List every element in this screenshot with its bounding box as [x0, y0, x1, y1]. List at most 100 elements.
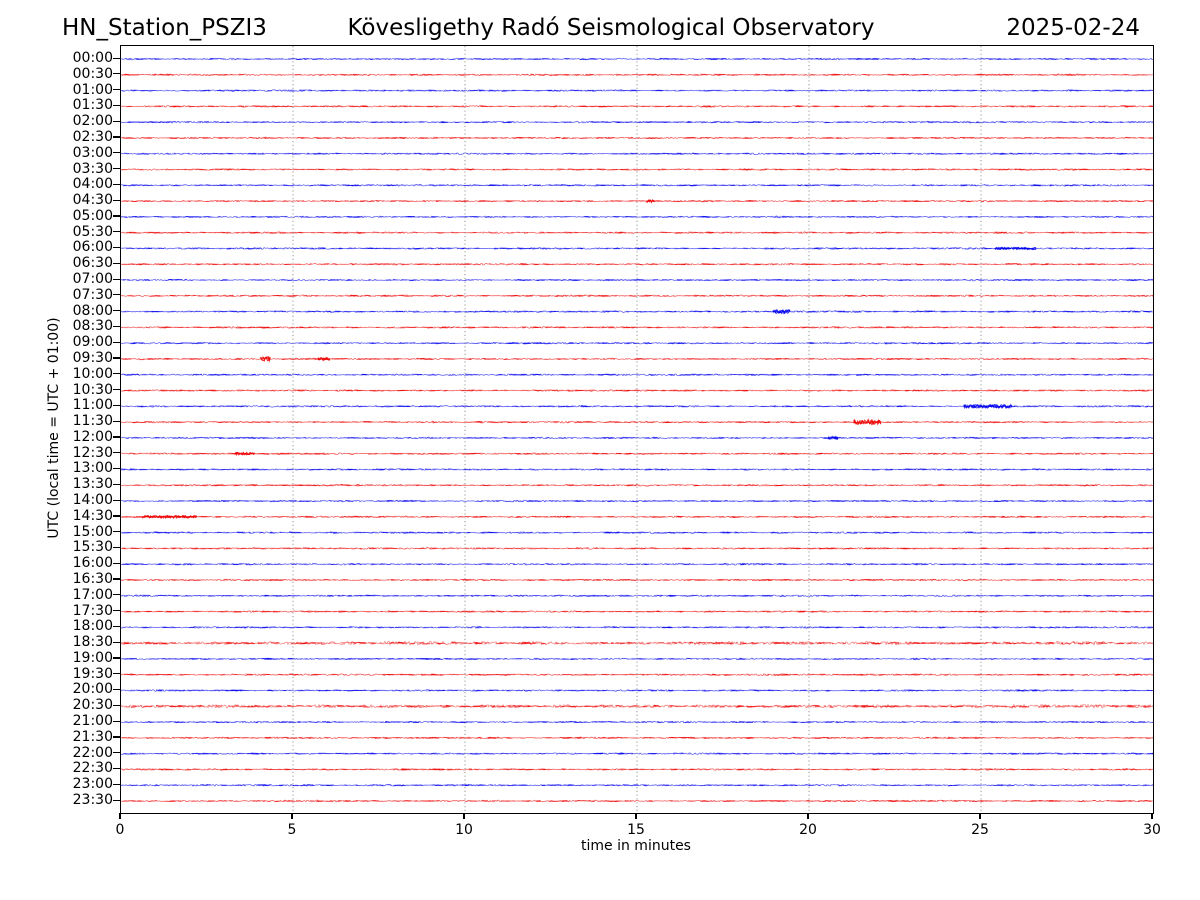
y-tick-mark [113, 404, 120, 406]
x-tick-mark [291, 813, 293, 819]
station-title: HN_Station_PSZI3 [62, 15, 267, 41]
y-tick-mark [113, 704, 120, 706]
y-tick-label: 23:30 [72, 792, 113, 808]
helicorder-canvas [121, 46, 1153, 813]
y-tick-mark [113, 341, 120, 343]
y-tick-label: 10:00 [72, 365, 113, 382]
y-tick-label: 17:30 [72, 602, 113, 619]
y-tick-label: 19:30 [72, 665, 113, 682]
y-tick-mark [113, 799, 120, 801]
y-tick-mark [113, 57, 120, 59]
y-tick-label: 14:30 [72, 507, 113, 524]
y-tick-mark [113, 199, 120, 201]
y-tick-label: 15:30 [72, 539, 113, 556]
y-tick-label: 00:30 [72, 65, 113, 82]
y-tick-mark [113, 752, 120, 754]
y-tick-mark [113, 767, 120, 770]
y-tick-label: 13:30 [72, 476, 113, 493]
y-axis-label: UTC (local time = UTC + 01:00) [46, 317, 62, 539]
x-tick-mark [635, 813, 637, 819]
helicorder-figure: HN_Station_PSZI3 Kövesligethy Radó Seism… [0, 0, 1200, 900]
y-tick-label: 12:00 [72, 428, 113, 445]
y-tick-mark [113, 262, 120, 264]
date-title: 2025-02-24 [1006, 15, 1140, 41]
y-tick-mark [113, 246, 120, 249]
x-tick-label: 20 [799, 822, 817, 838]
y-tick-label: 20:00 [72, 681, 113, 698]
y-tick-mark [113, 215, 120, 217]
y-tick-mark [113, 120, 120, 122]
y-tick-mark [113, 294, 120, 296]
y-tick-label: 02:30 [72, 128, 113, 145]
y-tick-mark [113, 515, 120, 517]
y-tick-label: 16:00 [72, 555, 113, 572]
y-tick-mark [113, 499, 120, 501]
y-tick-mark [113, 389, 120, 391]
y-tick-mark [113, 657, 120, 659]
y-tick-label: 03:00 [72, 144, 113, 161]
y-tick-mark [113, 152, 120, 154]
y-tick-mark [113, 546, 120, 549]
y-tick-mark [113, 467, 120, 470]
y-tick-mark [113, 688, 120, 691]
y-tick-mark [113, 136, 120, 138]
x-tick-mark [807, 813, 809, 819]
y-tick-mark [113, 104, 120, 107]
y-tick-mark [113, 183, 120, 185]
y-tick-label: 01:30 [72, 97, 113, 114]
y-tick-mark [113, 373, 120, 375]
x-tick-label: 5 [287, 822, 297, 838]
y-tick-mark [113, 168, 120, 170]
y-tick-label: 20:30 [72, 697, 113, 714]
y-tick-label: 06:30 [72, 255, 113, 272]
y-tick-label: 05:30 [72, 223, 113, 240]
y-tick-label: 09:00 [72, 334, 113, 351]
y-tick-label: 04:30 [72, 192, 113, 209]
x-tick-label: 0 [115, 822, 125, 838]
y-tick-mark [113, 436, 120, 438]
y-tick-label: 02:00 [72, 113, 113, 130]
x-tick-mark [979, 813, 981, 819]
observatory-title: Kövesligethy Radó Seismological Observat… [347, 15, 875, 41]
y-tick-label: 05:00 [72, 207, 113, 224]
y-tick-mark [113, 231, 120, 233]
x-tick-mark [1151, 813, 1153, 819]
y-tick-label: 12:30 [72, 444, 113, 461]
y-tick-label: 16:30 [72, 570, 113, 587]
y-tick-mark [113, 594, 120, 596]
y-tick-label: 01:00 [72, 81, 113, 98]
x-tick-label: 25 [971, 822, 989, 838]
y-tick-label: 06:00 [72, 239, 113, 256]
y-tick-mark [113, 483, 120, 485]
y-tick-mark [113, 736, 120, 738]
y-tick-label: 19:00 [72, 649, 113, 666]
y-tick-mark [113, 578, 120, 580]
y-tick-label: 07:00 [72, 271, 113, 288]
y-tick-mark [113, 625, 120, 628]
y-tick-label: 18:00 [72, 618, 113, 635]
y-tick-mark [113, 610, 120, 612]
y-tick-label: 08:00 [72, 302, 113, 319]
y-tick-label: 21:00 [72, 713, 113, 730]
y-tick-mark [113, 73, 120, 75]
y-tick-mark [113, 278, 120, 280]
y-tick-mark [113, 325, 120, 328]
x-tick-label: 15 [627, 822, 645, 838]
y-tick-mark [113, 420, 120, 422]
x-axis-label: time in minutes [581, 838, 691, 854]
y-tick-label: 11:00 [72, 397, 113, 414]
y-tick-label: 22:00 [72, 744, 113, 761]
y-tick-label: 00:00 [72, 50, 113, 66]
y-tick-label: 22:30 [72, 760, 113, 777]
y-tick-label: 11:30 [72, 413, 113, 430]
y-tick-label: 18:30 [72, 634, 113, 651]
y-tick-label: 10:30 [72, 381, 113, 398]
x-tick-label: 10 [455, 822, 473, 838]
y-tick-label: 09:30 [72, 349, 113, 366]
y-tick-mark [113, 310, 120, 312]
y-tick-mark [113, 357, 120, 359]
y-tick-label: 13:00 [72, 460, 113, 477]
y-tick-label: 07:30 [72, 286, 113, 303]
x-tick-mark [463, 813, 465, 819]
y-tick-mark [113, 531, 120, 533]
